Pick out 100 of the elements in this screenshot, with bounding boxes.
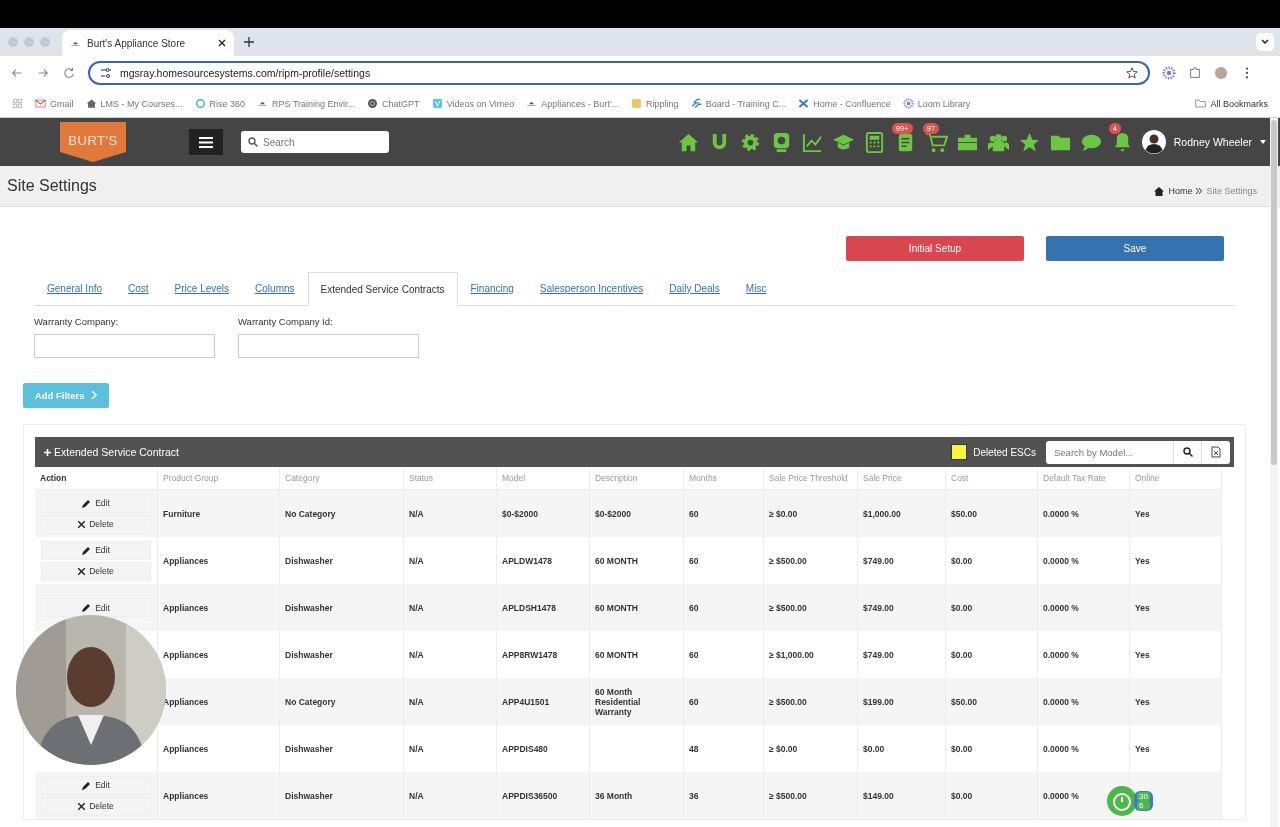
browser-tab[interactable]: Burt's Appliance Store: [62, 30, 234, 56]
folder-icon[interactable]: [1195, 98, 1207, 109]
save-button[interactable]: Save: [1046, 236, 1224, 261]
double-chevron-icon: [1196, 188, 1203, 194]
home-icon[interactable]: [1154, 186, 1165, 196]
table-cell: N/A: [409, 743, 424, 754]
bookmark-link[interactable]: Videos on Vimeo: [446, 98, 515, 109]
settings-tab[interactable]: Cost: [115, 272, 162, 305]
bookmark-link[interactable]: Loom Library: [917, 98, 971, 109]
address-bar[interactable]: mgsray.homesourcesystems.com/ripm-profile/settings: [88, 61, 1150, 85]
input-field[interactable]: [34, 334, 215, 358]
settings-tab[interactable]: Financing: [457, 272, 527, 305]
model-search-field[interactable]: Search by Model...: [1046, 440, 1174, 464]
input-field[interactable]: [238, 334, 419, 358]
table-cell: $0.00: [951, 790, 973, 801]
table-cell: 0.0000 %: [1043, 602, 1079, 613]
close-icon[interactable]: [218, 39, 226, 47]
edit-button[interactable]: Edit: [41, 598, 151, 617]
table-cell: Appliances: [163, 649, 209, 660]
chevron-down-icon[interactable]: [1256, 33, 1274, 51]
excel-file-icon: [1211, 446, 1221, 458]
table-cell: APPDIS480: [502, 743, 548, 754]
site-settings-icon[interactable]: [100, 67, 112, 79]
bookmark-link[interactable]: LMS - My Courses...: [100, 98, 183, 109]
star-icon[interactable]: [1126, 67, 1138, 79]
table-cell: $0.00: [863, 743, 885, 754]
back-icon[interactable]: [10, 67, 24, 79]
search-icon: [248, 137, 258, 147]
bookmark-link[interactable]: Appliances - Burt'...: [541, 98, 620, 109]
user-menu[interactable]: Rodney Wheeler: [1141, 130, 1266, 154]
bookmark-link[interactable]: Home - Confluence: [813, 98, 891, 109]
mail-icon: [35, 98, 46, 109]
edit-button[interactable]: Edit: [41, 493, 151, 513]
search-button[interactable]: [1174, 440, 1202, 464]
settings-tab[interactable]: Columns: [242, 272, 308, 305]
pencil-icon: [82, 780, 92, 790]
table-cell: No Category: [285, 508, 336, 519]
counter-badge: 30: [1137, 792, 1150, 801]
table-cell: Appliances: [163, 602, 209, 613]
initial-setup-button[interactable]: Initial Setup: [846, 236, 1024, 261]
pencil-icon: [82, 603, 92, 612]
table-cell: Appliances: [163, 555, 209, 566]
table-cell: Dishwasher: [285, 649, 333, 660]
burst-icon[interactable]: [1162, 66, 1176, 80]
breadcrumb-link[interactable]: Site Settings: [1206, 186, 1257, 196]
table-cell: $0.00: [951, 602, 973, 613]
settings-tab[interactable]: Daily Deals: [656, 272, 733, 305]
table-cell: ≥ $1,000.00: [769, 649, 814, 660]
all-bookmarks-link[interactable]: All Bookmarks: [1210, 98, 1268, 109]
delete-button[interactable]: Delete: [41, 514, 151, 534]
table-cell: ≥ $500.00: [769, 696, 807, 707]
star-icon[interactable]: [1017, 130, 1041, 154]
timer-icon[interactable]: [1106, 785, 1138, 817]
settings-tab[interactable]: Misc: [732, 272, 780, 305]
table-cell: $0.00: [951, 555, 973, 566]
menu-icon[interactable]: [199, 136, 213, 148]
table-cell: $0-$2000: [595, 508, 631, 519]
plus-icon[interactable]: [244, 37, 254, 47]
delete-button[interactable]: Delete: [41, 796, 151, 816]
pencil-icon: [82, 498, 92, 508]
table-cell: 60: [689, 696, 699, 707]
table-cell: 60 MONTH: [595, 649, 638, 660]
edit-button[interactable]: Edit: [41, 775, 151, 795]
table-cell: 0.0000 %: [1043, 555, 1079, 566]
table-cell: Yes: [1135, 696, 1150, 707]
search-field[interactable]: Search: [241, 131, 389, 153]
settings-tab[interactable]: Extended Service Contracts: [307, 272, 458, 306]
knot-icon: [367, 98, 379, 109]
breadcrumb-link[interactable]: Home: [1168, 186, 1193, 196]
table-cell: ≥ $500.00: [769, 555, 807, 566]
bookmark-link[interactable]: Board - Training C...: [705, 98, 787, 109]
table-cell: Dishwasher: [285, 743, 333, 754]
table-cell: N/A: [409, 790, 424, 801]
reload-icon[interactable]: [62, 67, 76, 79]
table-cell: 0.0000 %: [1043, 790, 1079, 801]
table-cell: $1,000.00: [863, 508, 901, 519]
bookmark-link[interactable]: Rippling: [646, 98, 679, 109]
table-cell: APLDSH1478: [502, 602, 556, 613]
table-cell: 60 MONTH: [595, 602, 638, 613]
table-cell: N/A: [409, 508, 424, 519]
scrollbar-thumb[interactable]: [1271, 120, 1277, 465]
bookmark-link[interactable]: Gmail: [50, 98, 74, 109]
field-label: Warranty Company:: [34, 316, 120, 327]
menu-button[interactable]: [189, 129, 223, 155]
table-cell: N/A: [409, 696, 424, 707]
bookmark-link[interactable]: Rise 360: [209, 98, 246, 109]
x-icon: [78, 802, 86, 810]
bookmark-link[interactable]: RPS Training Envir...: [272, 98, 356, 109]
excel-export-button[interactable]: [1202, 440, 1230, 464]
settings-tab[interactable]: Salesperson Incentives: [526, 272, 657, 305]
puzzle-icon[interactable]: [1188, 66, 1202, 80]
table-cell: APP4U1501: [502, 696, 550, 707]
settings-tab[interactable]: Price Levels: [161, 272, 243, 305]
page-title: Site Settings: [7, 177, 98, 195]
delete-button[interactable]: Delete: [41, 561, 151, 581]
table-cell: Yes: [1135, 602, 1150, 613]
settings-tab[interactable]: General Info: [34, 272, 116, 305]
bookmark-link[interactable]: ChatGPT: [382, 98, 420, 109]
forward-icon[interactable]: [36, 67, 50, 79]
edit-button[interactable]: Edit: [41, 540, 151, 560]
